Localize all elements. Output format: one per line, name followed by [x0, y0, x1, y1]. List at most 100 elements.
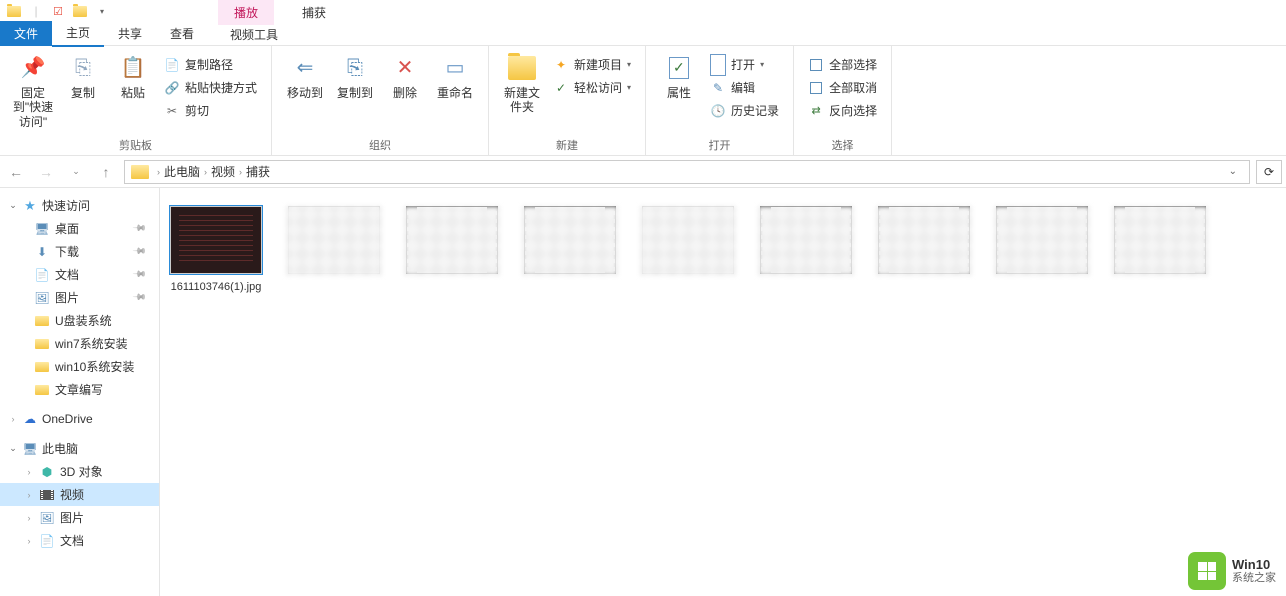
- file-item[interactable]: [1112, 206, 1208, 294]
- ribbon: 📌 固定到"快速访问" ⎘ 复制 📋 粘贴 📄复制路径 🔗粘贴快捷方式 ✂剪切 …: [0, 46, 1286, 156]
- properties-button[interactable]: 属性: [656, 50, 702, 121]
- edit-icon: ✎: [710, 80, 726, 96]
- folder-qat-icon[interactable]: [70, 2, 90, 20]
- ribbon-group-clipboard: 📌 固定到"快速访问" ⎘ 复制 📋 粘贴 📄复制路径 🔗粘贴快捷方式 ✂剪切 …: [0, 46, 272, 155]
- refresh-button[interactable]: ⟳: [1256, 160, 1282, 184]
- star-icon: ★: [22, 199, 38, 213]
- easy-access-button[interactable]: ✓轻松访问 ▾: [549, 77, 635, 98]
- open-button[interactable]: 打开 ▾: [706, 54, 783, 75]
- file-grid[interactable]: 1611103746(1).jpg: [160, 188, 1286, 596]
- sidebar-item-desktop[interactable]: 🖥桌面: [0, 217, 159, 240]
- sidebar-item-folder[interactable]: win10系统安装: [0, 355, 159, 378]
- delete-button[interactable]: ✕删除: [382, 50, 428, 104]
- select-none-button[interactable]: 全部取消: [804, 77, 881, 98]
- sidebar-item-3d[interactable]: ›⬢3D 对象: [0, 460, 159, 483]
- new-item-icon: ✦: [553, 57, 569, 73]
- tab-video-tools[interactable]: 视频工具: [218, 22, 290, 47]
- quick-access-label: 快速访问: [42, 197, 90, 214]
- tab-view[interactable]: 查看: [156, 21, 208, 46]
- folder-label: win7系统安装: [55, 335, 128, 352]
- onedrive-label: OneDrive: [42, 412, 93, 426]
- sidebar-item-folder[interactable]: win7系统安装: [0, 332, 159, 355]
- history-icon: 🕓: [710, 103, 726, 119]
- history-dropdown[interactable]: ⌄: [64, 160, 88, 184]
- breadcrumb[interactable]: › 此电脑 › 视频 › 捕获 ⌄: [124, 160, 1250, 184]
- select-all-icon: [808, 57, 824, 73]
- pin-quick-access-button[interactable]: 📌 固定到"快速访问": [10, 50, 56, 133]
- file-item[interactable]: [640, 206, 736, 294]
- sidebar-item-folder[interactable]: 文章编写: [0, 378, 159, 401]
- select-none-icon: [808, 80, 824, 96]
- copy-icon: ⎘: [69, 54, 97, 82]
- select-group-label: 选择: [804, 133, 881, 153]
- ribbon-group-open: 属性 打开 ▾ ✎编辑 🕓历史记录 打开: [646, 46, 794, 155]
- qat-dropdown-icon[interactable]: ▾: [92, 2, 112, 20]
- refresh-icon: ⟳: [1264, 165, 1274, 179]
- copy-path-button[interactable]: 📄复制路径: [160, 54, 261, 75]
- tab-share[interactable]: 共享: [104, 21, 156, 46]
- move-icon: ⇐: [291, 54, 319, 82]
- back-button[interactable]: ←: [4, 160, 28, 184]
- sidebar-this-pc[interactable]: ⌄🖥此电脑: [0, 437, 159, 460]
- videos-label: 视频: [60, 486, 84, 503]
- history-button[interactable]: 🕓历史记录: [706, 100, 783, 121]
- scissors-icon: ✂: [164, 103, 180, 119]
- folder-icon: [34, 337, 50, 351]
- cut-button[interactable]: ✂剪切: [160, 100, 261, 121]
- copy-to-button[interactable]: ⎘复制到: [332, 50, 378, 104]
- file-item[interactable]: [286, 206, 382, 294]
- sidebar-item-videos[interactable]: ›视频: [0, 483, 159, 506]
- tab-home[interactable]: 主页: [52, 20, 104, 47]
- new-folder-button[interactable]: 新建文件夹: [499, 50, 545, 119]
- paste-shortcut-button[interactable]: 🔗粘贴快捷方式: [160, 77, 261, 98]
- select-all-button[interactable]: 全部选择: [804, 54, 881, 75]
- invert-selection-button[interactable]: ⇄反向选择: [804, 100, 881, 121]
- sidebar-item-documents[interactable]: 📄文档: [0, 263, 159, 286]
- cloud-icon: ☁: [22, 412, 38, 426]
- chevron-down-icon: ▾: [627, 60, 631, 69]
- watermark-line1: Win10: [1232, 557, 1276, 573]
- tab-file[interactable]: 文件: [0, 21, 52, 46]
- edit-button[interactable]: ✎编辑: [706, 77, 783, 98]
- file-item[interactable]: [994, 206, 1090, 294]
- breadcrumb-sep: ›: [204, 167, 207, 177]
- new-item-label: 新建项目: [574, 56, 622, 73]
- forward-button[interactable]: →: [34, 160, 58, 184]
- desktop-label: 桌面: [55, 220, 79, 237]
- sidebar-item-documents2[interactable]: ›📄文档: [0, 529, 159, 552]
- chevron-down-icon: ▾: [627, 83, 631, 92]
- sidebar-item-folder[interactable]: U盘装系统: [0, 309, 159, 332]
- properties-qat-icon[interactable]: ☑: [48, 2, 68, 20]
- breadcrumb-videos[interactable]: 视频: [211, 163, 235, 180]
- sidebar-item-downloads[interactable]: ⬇下载: [0, 240, 159, 263]
- new-item-button[interactable]: ✦ 新建项目 ▾: [549, 54, 635, 75]
- sidebar: ⌄★快速访问 🖥桌面 ⬇下载 📄文档 🖼图片 U盘装系统 win7系统安装 wi…: [0, 188, 160, 596]
- sidebar-onedrive[interactable]: ›☁OneDrive: [0, 409, 159, 429]
- delete-icon: ✕: [391, 54, 419, 82]
- select-none-label: 全部取消: [829, 79, 877, 96]
- sidebar-quick-access[interactable]: ⌄★快速访问: [0, 194, 159, 217]
- ribbon-group-select: 全部选择 全部取消 ⇄反向选择 选择: [794, 46, 892, 155]
- breadcrumb-this-pc[interactable]: 此电脑: [164, 163, 200, 180]
- file-item[interactable]: [758, 206, 854, 294]
- sidebar-item-pictures2[interactable]: ›🖼图片: [0, 506, 159, 529]
- up-button[interactable]: ↑: [94, 160, 118, 184]
- pc-icon: 🖥: [22, 442, 38, 456]
- breadcrumb-sep: ›: [239, 167, 242, 177]
- easy-access-label: 轻松访问: [574, 79, 622, 96]
- file-item[interactable]: [522, 206, 618, 294]
- breadcrumb-dropdown[interactable]: ⌄: [1223, 166, 1243, 177]
- rename-button[interactable]: ▭重命名: [432, 50, 478, 104]
- file-item[interactable]: [404, 206, 500, 294]
- paste-button[interactable]: 📋 粘贴: [110, 50, 156, 133]
- breadcrumb-captures[interactable]: 捕获: [246, 163, 270, 180]
- file-item[interactable]: 1611103746(1).jpg: [168, 206, 264, 294]
- folder-label: 文章编写: [55, 381, 103, 398]
- folder-icon: [4, 2, 24, 20]
- move-to-button[interactable]: ⇐移动到: [282, 50, 328, 104]
- rename-icon: ▭: [441, 54, 469, 82]
- copy-button[interactable]: ⎘ 复制: [60, 50, 106, 133]
- file-item[interactable]: [876, 206, 972, 294]
- sidebar-item-pictures[interactable]: 🖼图片: [0, 286, 159, 309]
- downloads-label: 下载: [55, 243, 79, 260]
